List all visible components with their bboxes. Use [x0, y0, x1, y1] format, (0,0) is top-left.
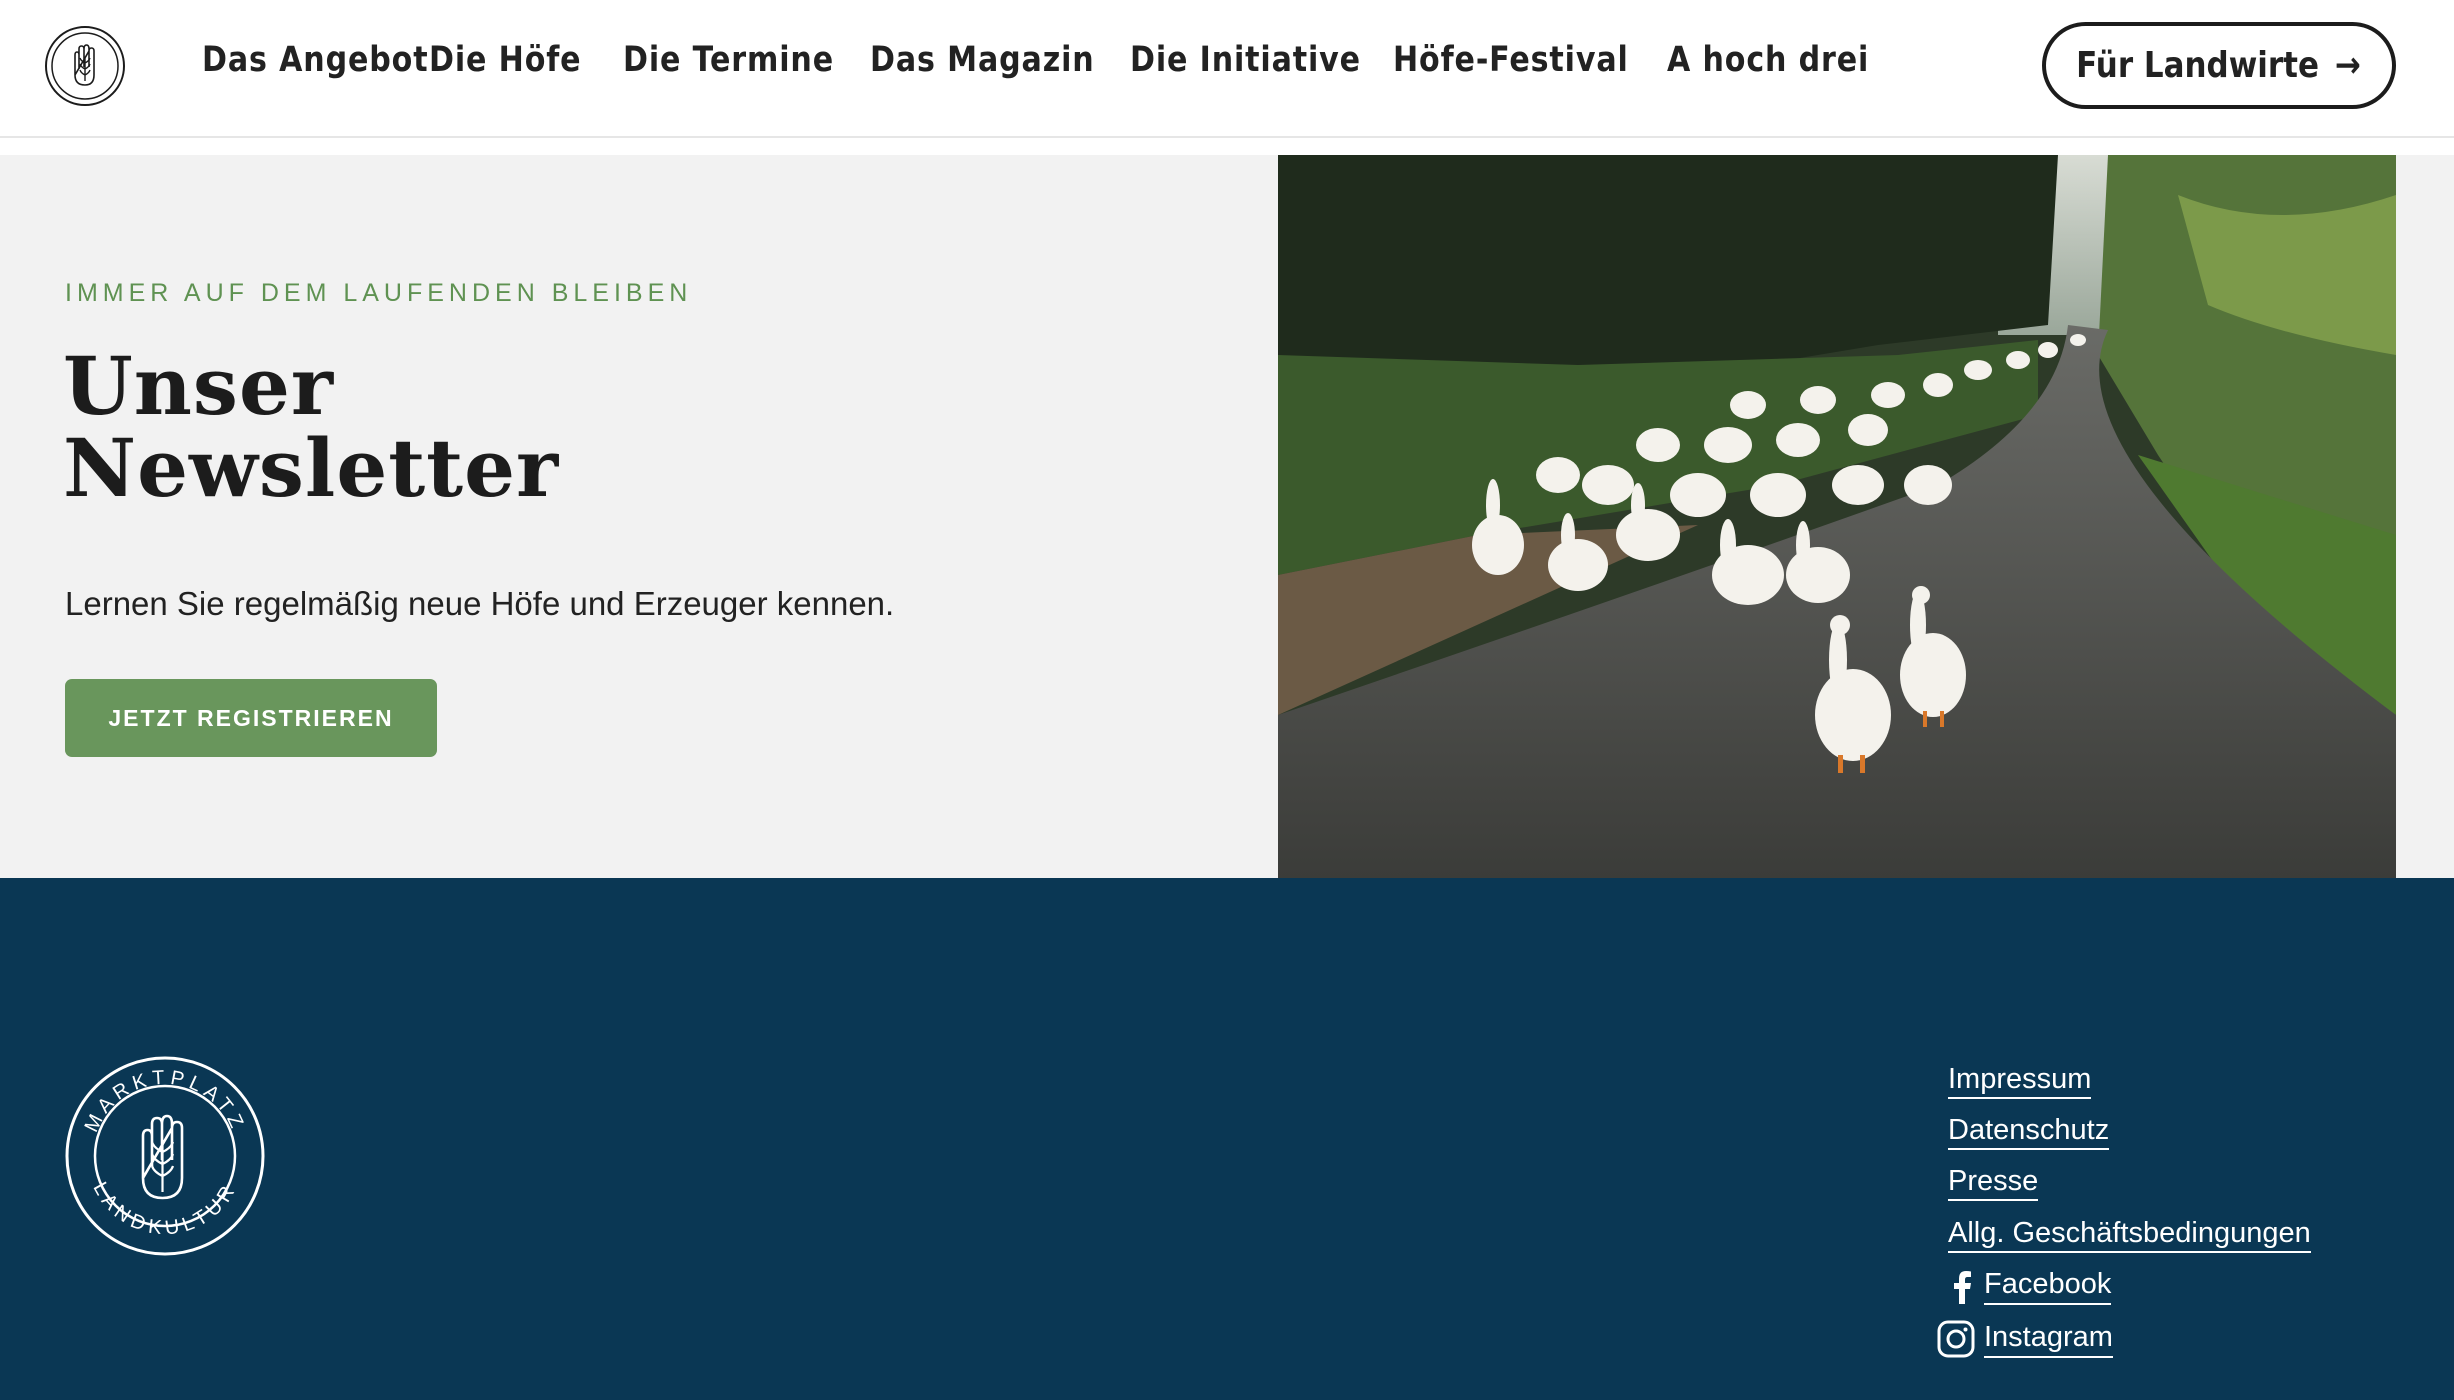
- nav-item-label: Die Höfe: [429, 40, 582, 80]
- impressum-link-label: Impressum: [1948, 1063, 2092, 1099]
- datenschutz-link-label: Datenschutz: [1948, 1114, 2110, 1150]
- wheat-hand-logo-icon: [45, 26, 125, 106]
- instagram-link[interactable]: Instagram: [1936, 1319, 2113, 1359]
- newsletter-title-line1: Unser: [63, 339, 335, 433]
- main-navigation: Das Angebot Die Höfe Die Termine Das Mag…: [202, 0, 1868, 130]
- instagram-icon: [1937, 1320, 1975, 1358]
- for-farmers-button[interactable]: Für Landwirte →: [2042, 22, 2396, 109]
- site-header: Das Angebot Die Höfe Die Termine Das Mag…: [0, 0, 2454, 138]
- for-farmers-text: Für Landwirte: [2076, 45, 2320, 86]
- newsletter-eyebrow: IMMER AUF DEM LAUFENDEN BLEIBEN: [65, 279, 693, 307]
- newsletter-lead: Lernen Sie regelmäßig neue Höfe und Erze…: [65, 585, 895, 622]
- arrow-right-icon: →: [2335, 45, 2362, 86]
- nav-item-hoefe[interactable]: Die Höfe: [429, 40, 623, 90]
- datenschutz-link[interactable]: Datenschutz: [1948, 1114, 2110, 1150]
- nav-item-angebot[interactable]: Das Angebot: [202, 40, 429, 90]
- nav-item-label: Das Angebot: [202, 40, 429, 80]
- presse-link[interactable]: Presse: [1948, 1165, 2039, 1201]
- nav-item-a-hoch-drei[interactable]: A hoch drei: [1667, 40, 1868, 90]
- nav-item-festival[interactable]: Höfe-Festival: [1393, 40, 1667, 90]
- marktplatz-landkultur-logo[interactable]: MARKTPLATZ LANDKULTUR: [65, 1056, 265, 1256]
- facebook-icon: [1954, 1270, 1971, 1304]
- nav-item-label: Die Termine: [623, 40, 834, 80]
- newsletter-section: IMMER AUF DEM LAUFENDEN BLEIBEN Unser Ne…: [0, 155, 2454, 878]
- marktplatz-landkultur-seal-icon: MARKTPLATZ LANDKULTUR: [65, 1056, 265, 1256]
- nav-item-termine[interactable]: Die Termine: [623, 40, 870, 90]
- presse-link-label: Presse: [1948, 1165, 2039, 1201]
- nav-item-initiative[interactable]: Die Initiative: [1130, 40, 1393, 90]
- site-footer: MARKTPLATZ LANDKULTUR Impressum Datensch…: [0, 878, 2454, 1400]
- for-farmers-label: Für Landwirte →: [2077, 45, 2362, 86]
- register-button[interactable]: JETZT REGISTRIEREN: [65, 679, 437, 757]
- instagram-link-label: Instagram: [1984, 1321, 2113, 1358]
- nav-item-magazin[interactable]: Das Magazin: [870, 40, 1130, 90]
- nav-item-label: Das Magazin: [870, 40, 1095, 80]
- site-logo[interactable]: [44, 25, 126, 107]
- agb-link-label: Allg. Geschäftsbedingungen: [1948, 1217, 2311, 1253]
- facebook-link[interactable]: Facebook: [1948, 1268, 2112, 1305]
- agb-link[interactable]: Allg. Geschäftsbedingungen: [1948, 1217, 2311, 1253]
- nav-item-label: Die Initiative: [1130, 40, 1361, 80]
- nav-item-label: Höfe-Festival: [1393, 40, 1629, 80]
- newsletter-title-line2: Newsletter: [63, 421, 560, 515]
- svg-text:LANDKULTUR: LANDKULTUR: [88, 1178, 241, 1239]
- impressum-link[interactable]: Impressum: [1948, 1063, 2092, 1099]
- facebook-link-label: Facebook: [1984, 1268, 2112, 1305]
- geese-image: [1278, 155, 2396, 878]
- nav-item-label: A hoch drei: [1667, 40, 1870, 80]
- newsletter-title: Unser Newsletter: [63, 345, 559, 509]
- geese-photo: [1278, 155, 2396, 878]
